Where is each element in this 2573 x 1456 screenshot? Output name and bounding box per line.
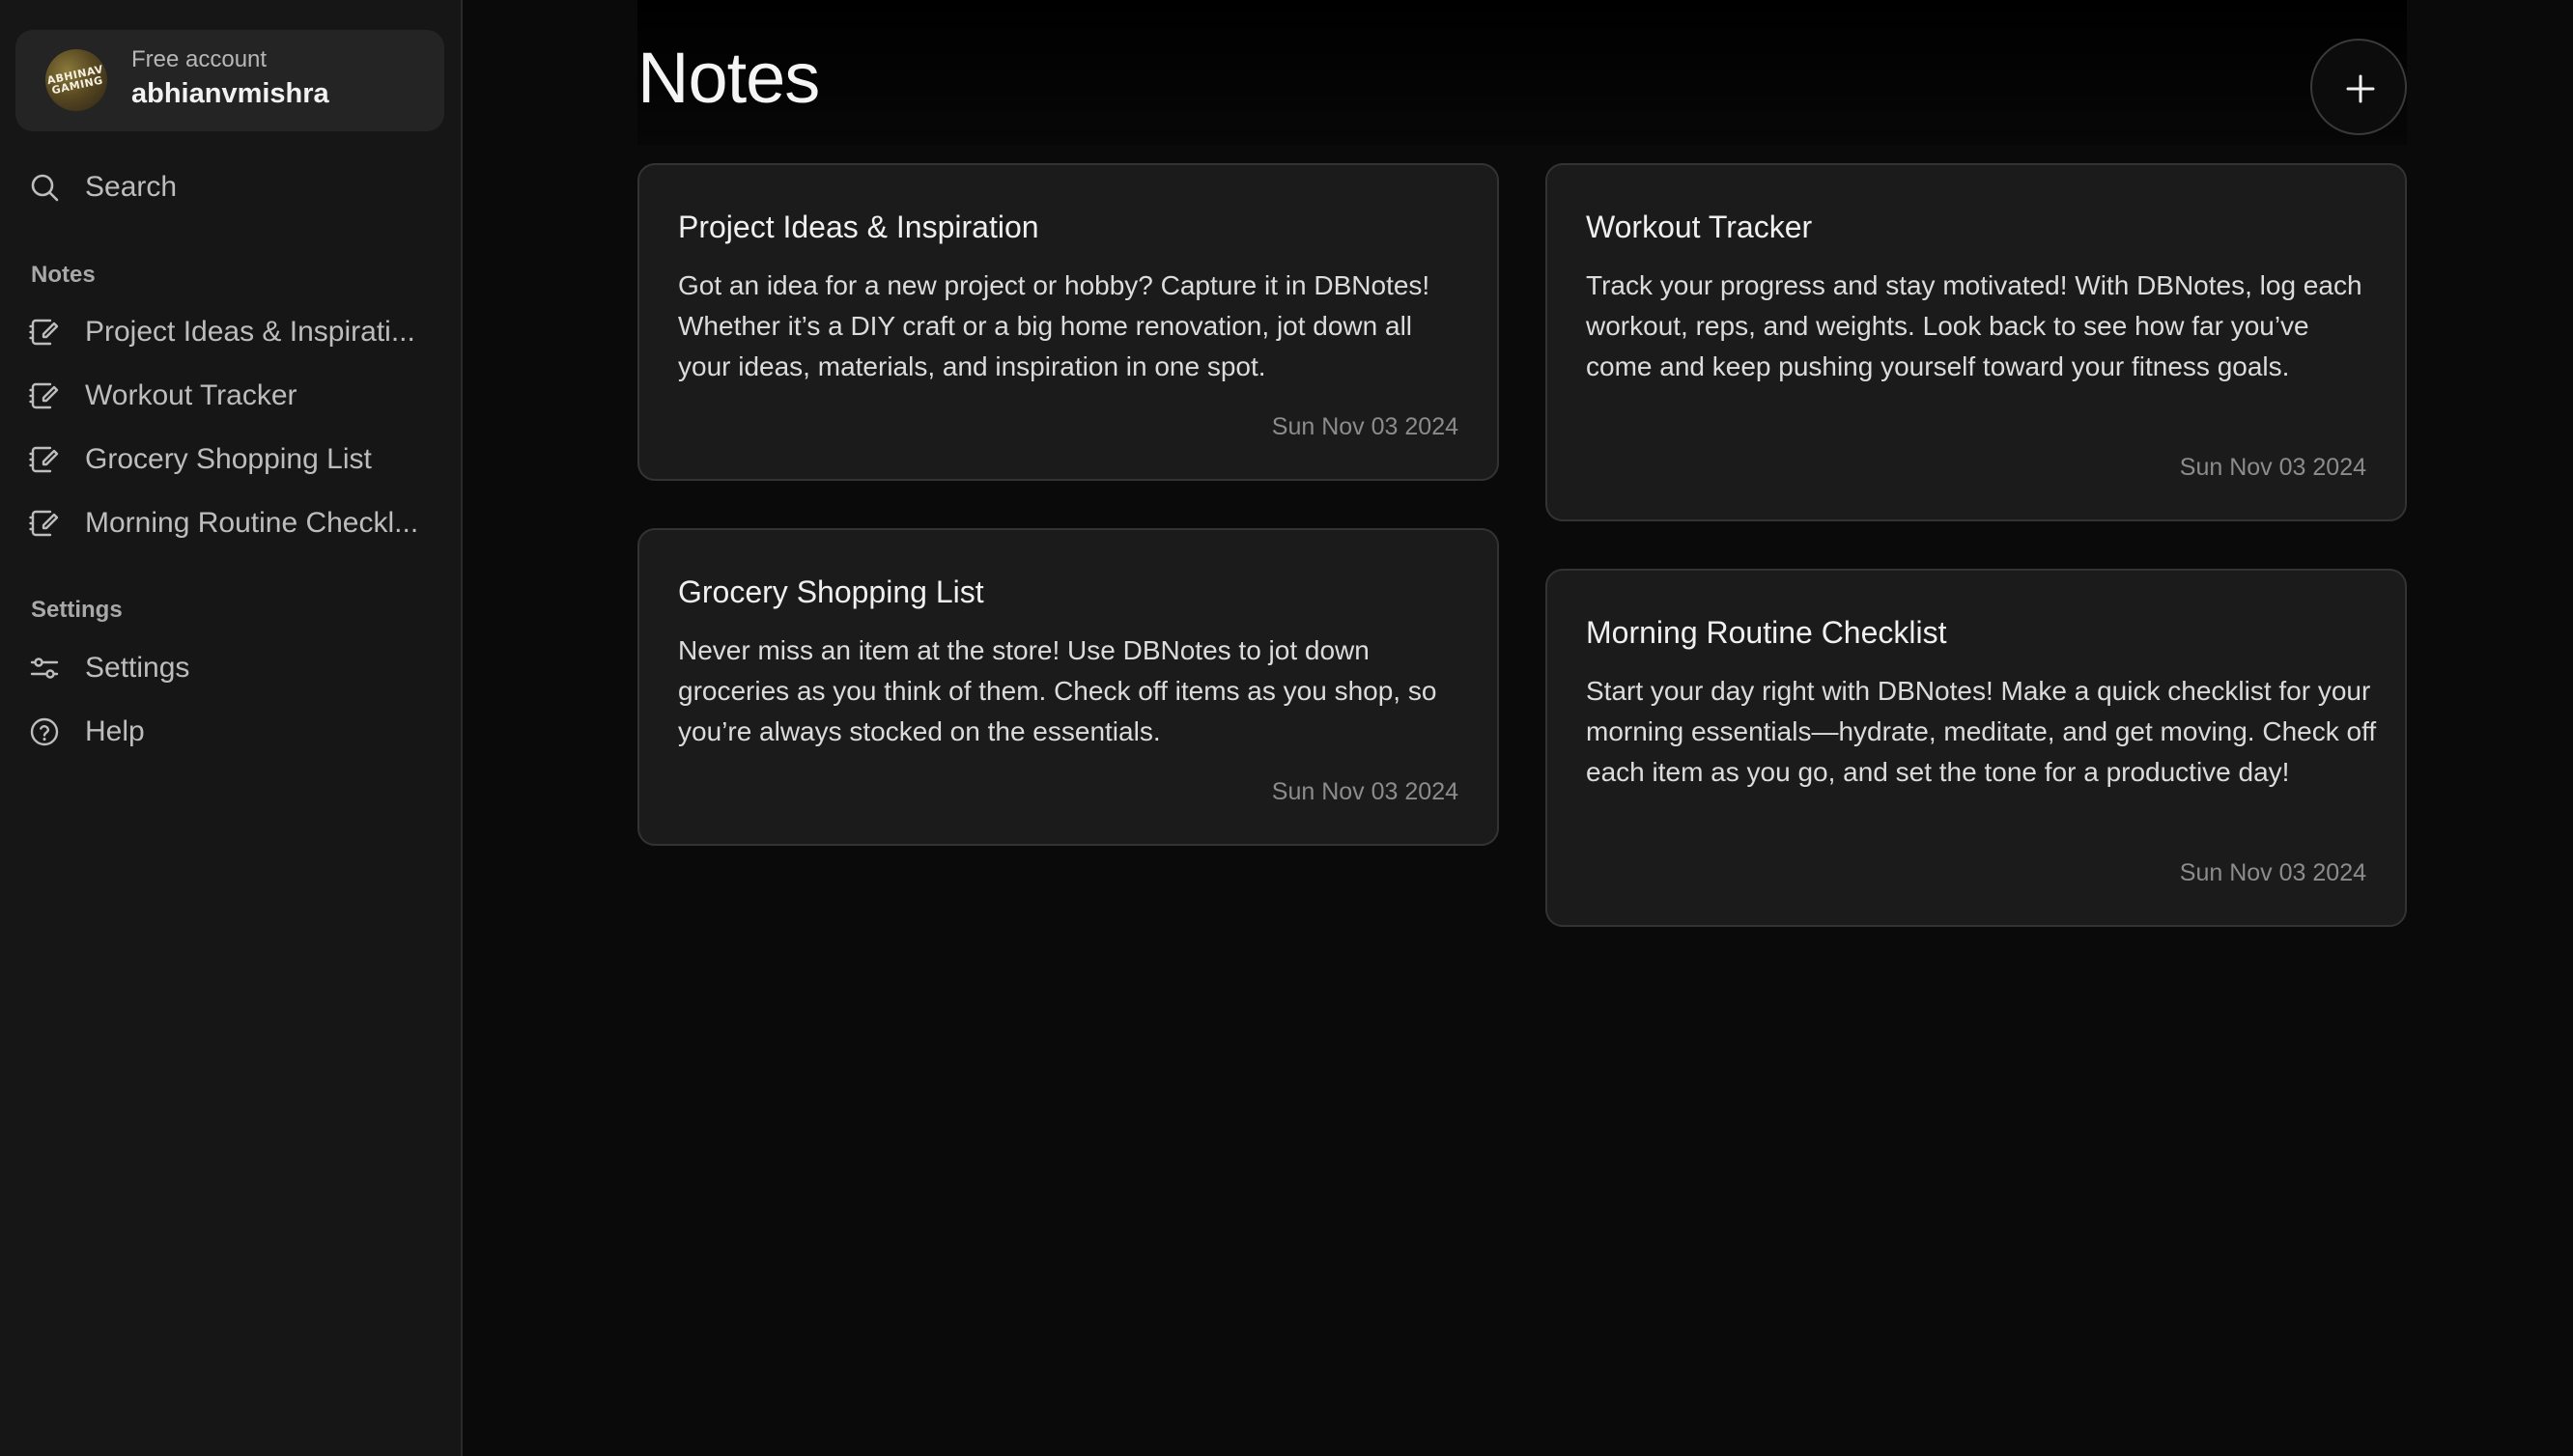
note-card-title: Morning Routine Checklist: [1586, 615, 1947, 650]
note-card-body: Track your progress and stay motivated! …: [1586, 270, 2362, 381]
sidebar-note-item[interactable]: Grocery Shopping List: [15, 432, 446, 486]
note-card-body: Never miss an item at the store! Use DBN…: [678, 635, 1437, 746]
sidebar-note-label: Workout Tracker: [85, 379, 297, 411]
search-label: Search: [85, 171, 178, 203]
note-card-body: Start your day right with DBNotes! Make …: [1586, 676, 2377, 787]
sidebar-note-item[interactable]: Project Ideas & Inspirati...: [15, 304, 446, 358]
note-card[interactable]: Workout Tracker Track your progress and …: [1545, 163, 2407, 521]
edit-note-icon: [29, 446, 59, 473]
settings-label: Settings: [85, 652, 190, 684]
account-switcher[interactable]: ABHINAV GAMING Free account abhianvmishr…: [15, 30, 444, 131]
notes-section-heading: Notes: [31, 262, 96, 288]
edit-note-icon: [29, 510, 59, 537]
sidebar-search[interactable]: Search: [15, 159, 446, 213]
note-card-title: Grocery Shopping List: [678, 574, 984, 609]
note-card-body: Got an idea for a new project or hobby? …: [678, 270, 1430, 381]
note-card[interactable]: Morning Routine Checklist Start your day…: [1545, 569, 2407, 927]
avatar: ABHINAV GAMING: [45, 49, 107, 111]
search-icon: [31, 174, 59, 202]
add-note-button[interactable]: [2310, 39, 2407, 135]
account-username: abhianvmishra: [131, 78, 329, 109]
header-bar: [637, 0, 2407, 145]
note-card[interactable]: Grocery Shopping List Never miss an item…: [637, 528, 1499, 846]
sidebar-note-label: Morning Routine Checkl...: [85, 507, 419, 539]
avatar-logo-text: ABHINAV GAMING: [45, 63, 105, 98]
sidebar-note-label: Grocery Shopping List: [85, 443, 372, 475]
note-card-date: Sun Nov 03 2024: [1271, 778, 1458, 805]
sidebar-item-help[interactable]: Help: [15, 704, 446, 758]
sliders-icon: [30, 658, 59, 679]
note-card-date: Sun Nov 03 2024: [2179, 454, 2366, 481]
note-card-date: Sun Nov 03 2024: [2179, 859, 2366, 886]
note-card-title: Workout Tracker: [1586, 210, 1813, 244]
sidebar: ABHINAV GAMING Free account abhianvmishr…: [0, 0, 463, 1456]
help-label: Help: [85, 715, 145, 747]
account-plan: Free account: [131, 46, 268, 72]
sidebar-note-item[interactable]: Morning Routine Checkl...: [15, 495, 446, 549]
settings-section-heading: Settings: [31, 597, 123, 623]
note-card[interactable]: Project Ideas & Inspiration Got an idea …: [637, 163, 1499, 481]
sidebar-item-settings[interactable]: Settings: [15, 640, 446, 694]
sidebar-note-item[interactable]: Workout Tracker: [15, 368, 446, 422]
note-card-title: Project Ideas & Inspiration: [678, 210, 1039, 244]
edit-note-icon: [29, 382, 59, 409]
help-circle-icon: [30, 717, 59, 746]
sidebar-note-label: Project Ideas & Inspirati...: [85, 316, 415, 348]
edit-note-icon: [29, 319, 59, 346]
note-card-date: Sun Nov 03 2024: [1271, 413, 1458, 440]
plus-icon: [2346, 74, 2375, 103]
page-title: Notes: [637, 38, 820, 118]
